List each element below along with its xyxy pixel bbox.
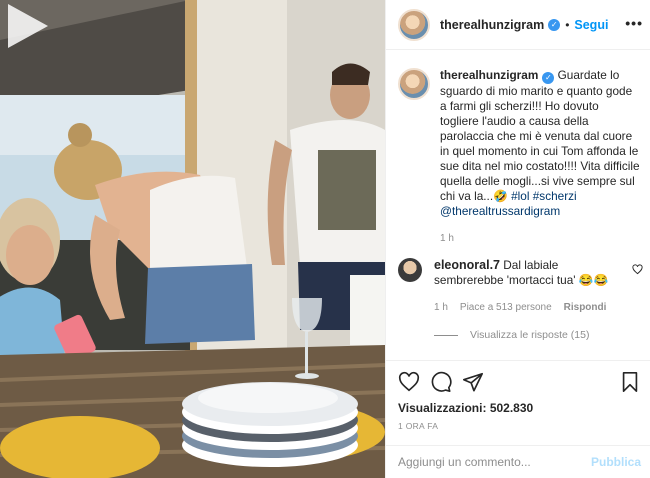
caption-author-username[interactable]: therealhunzigram [440,68,538,82]
add-comment-bar: Pubblica [386,445,650,478]
post-side-panel: therealhunzigram ✓ • Segui ••• therealhu… [385,0,650,478]
follow-button[interactable]: Segui [574,18,608,32]
comment-timestamp: 1 h [434,302,448,313]
comment-bubble-icon[interactable] [430,371,452,393]
like-heart-icon[interactable] [398,371,420,393]
commenter-username[interactable]: eleonoral.7 [434,258,500,272]
comment-item: eleonoral.7 Dal labiale sembrerebbe 'mor… [398,258,643,315]
post-header: therealhunzigram ✓ • Segui ••• [386,0,650,50]
more-options-icon[interactable]: ••• [625,15,643,31]
comment-input[interactable] [398,455,591,469]
post-actions: Visualizzazioni: 502.830 1 ORA FA [386,360,650,450]
views-count: 502.830 [489,401,534,415]
video-frame-image [0,0,385,478]
instagram-post-frame: therealhunzigram ✓ • Segui ••• therealhu… [0,0,650,478]
post-caption: therealhunzigram ✓ Guardate lo sguardo di… [398,68,643,246]
reply-button[interactable]: Rispondi [564,300,607,315]
comment-likes-count[interactable]: Piace a 513 persone [460,300,552,315]
author-avatar[interactable] [398,8,430,41]
views-label: Visualizzazioni: [398,401,487,415]
commenter-avatar[interactable] [398,258,422,282]
views-counter[interactable]: Visualizzazioni: 502.830 [398,401,533,415]
hashtag-scherzi[interactable]: #scherzi [533,189,577,203]
play-icon[interactable] [0,0,52,52]
publish-button[interactable]: Pubblica [591,455,641,469]
caption-body: therealhunzigram ✓ Guardate lo sguardo di… [440,68,640,246]
author-username[interactable]: therealhunzigram [440,18,544,32]
share-plane-icon[interactable] [462,371,484,393]
view-replies-link[interactable]: Visualizza le risposte (15) [434,329,589,341]
separator-dot: • [565,17,570,32]
comment-like-heart-icon[interactable] [632,264,643,275]
video-player[interactable] [0,0,385,478]
mention-link[interactable]: @therealtrussardigram [440,204,560,218]
view-replies-label: Visualizza le risposte (15) [470,329,590,341]
post-age: 1 ORA FA [398,421,439,431]
comment-meta: 1 h Piace a 513 persone Rispondi [434,300,614,315]
comment-body: eleonoral.7 Dal labiale sembrerebbe 'mor… [434,258,614,315]
caption-text: Guardate lo sguardo di mio marito e quan… [440,68,640,203]
caption-timestamp: 1 h [440,233,454,244]
verified-badge-icon: ✓ [548,18,561,31]
replies-divider-line [434,334,458,336]
save-bookmark-icon[interactable] [620,371,640,393]
hashtag-lol[interactable]: #lol [511,189,529,203]
caption-author-avatar[interactable] [398,68,430,100]
verified-badge-icon: ✓ [542,72,555,84]
